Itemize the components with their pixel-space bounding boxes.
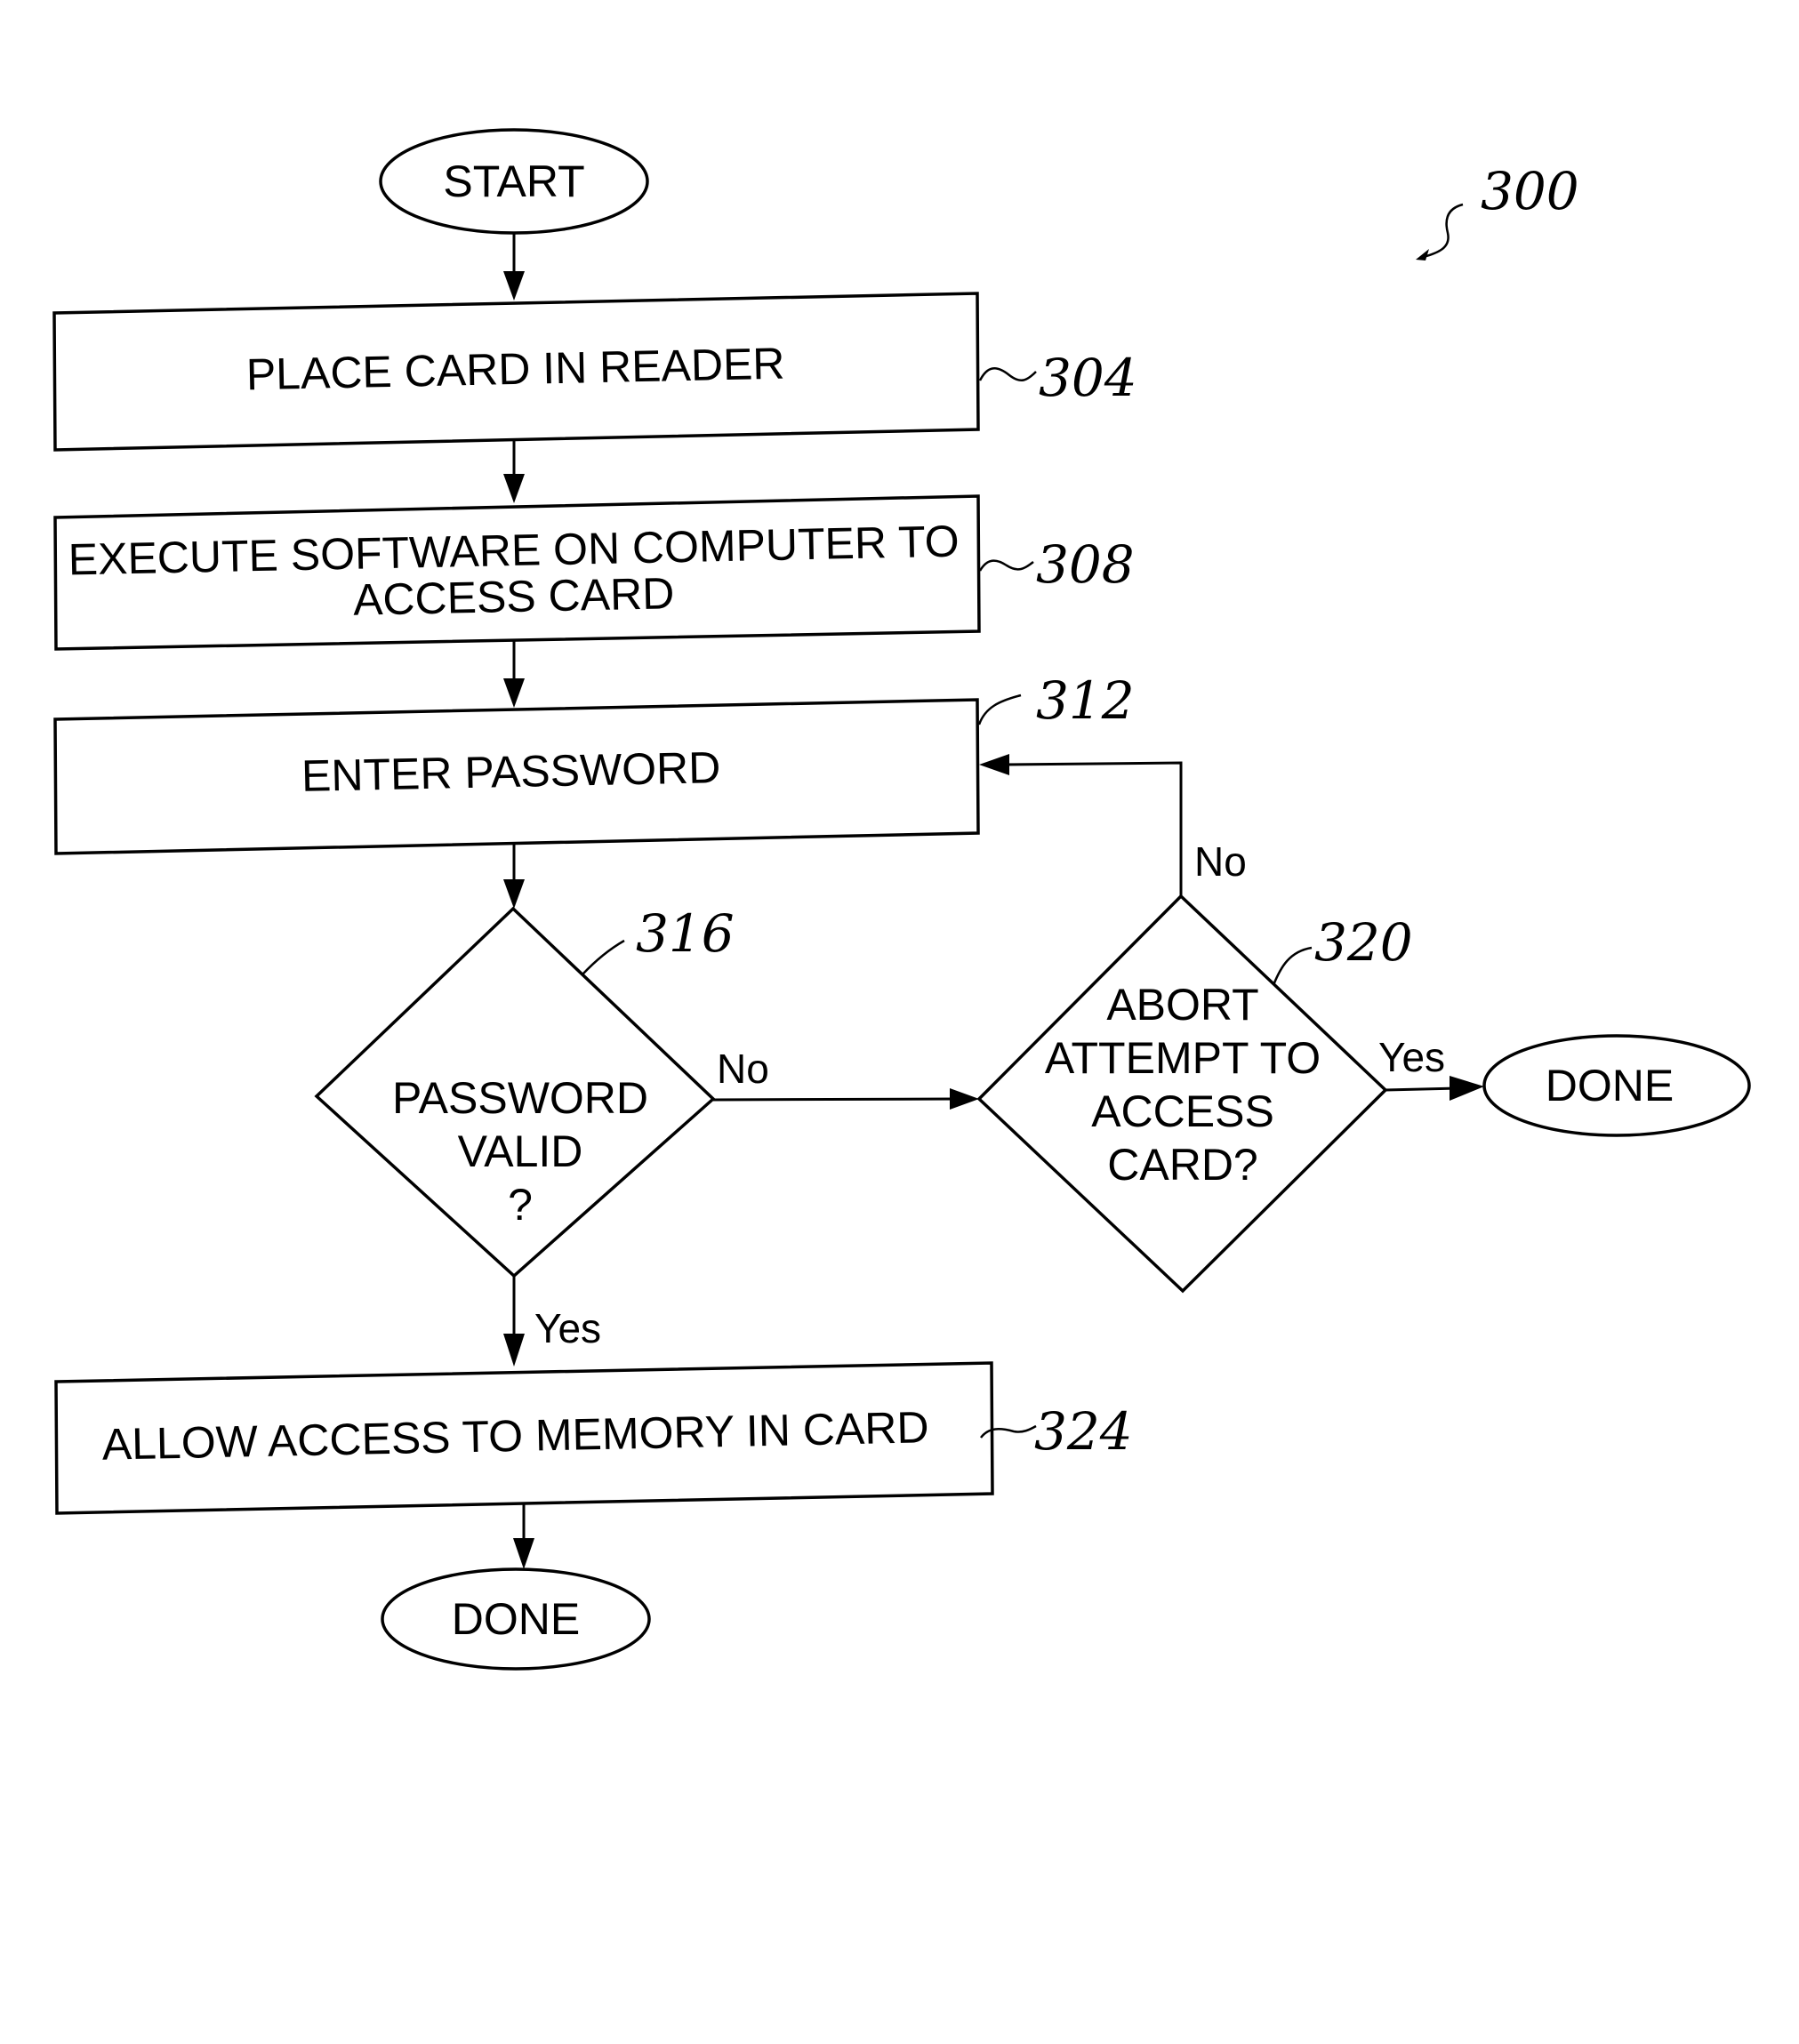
edge-label-no-316: No — [717, 1046, 769, 1092]
figure-number: 300 — [1481, 161, 1579, 221]
figure-reference-arrowhead-icon — [1416, 249, 1429, 261]
ref-316-leader — [582, 939, 625, 975]
edge-320-312-no — [1002, 761, 1183, 896]
flowchart: 300 START PLACE CARD IN READER 304 EXECU… — [52, 128, 1751, 1671]
edge-label-yes-320: Yes — [1378, 1034, 1445, 1080]
decision-320-label-line1: ABORT — [1106, 980, 1258, 1030]
figure-reference: 300 — [1416, 161, 1579, 261]
edge-316-320-no — [712, 1097, 957, 1102]
ref-324: 324 — [1034, 1401, 1133, 1462]
process-312-label: ENTER PASSWORD — [301, 742, 720, 801]
ref-308-leader — [978, 559, 1034, 572]
arrowhead-icon — [513, 1538, 534, 1569]
arrowhead-icon — [950, 1088, 979, 1110]
process-308-label-line2: ACCESS CARD — [353, 568, 675, 625]
done-bottom-label: DONE — [452, 1594, 580, 1644]
decision-316-label-line2: VALID — [458, 1126, 583, 1176]
decision-320-label-line4: CARD? — [1107, 1140, 1257, 1190]
edge-label-yes-316: Yes — [534, 1305, 601, 1351]
done-right-label: DONE — [1546, 1061, 1674, 1110]
arrowhead-icon — [1450, 1076, 1484, 1101]
arrowhead-icon — [503, 1334, 525, 1367]
arrowhead-icon — [979, 754, 1009, 775]
decision-320-label-line2: ATTEMPT TO — [1045, 1033, 1321, 1083]
ref-312-leader — [977, 693, 1022, 725]
ref-320-leader — [1272, 946, 1313, 986]
ref-304-leader — [978, 367, 1037, 382]
edge-320-done-yes — [1385, 1086, 1459, 1092]
start-label: START — [443, 156, 584, 206]
figure-reference-arrow-icon — [1419, 203, 1464, 260]
ref-304: 304 — [1039, 348, 1137, 408]
ref-308: 308 — [1036, 534, 1135, 595]
arrowhead-icon — [503, 678, 525, 708]
edge-label-no-320: No — [1194, 838, 1247, 885]
ref-320: 320 — [1314, 912, 1413, 973]
ref-312: 312 — [1036, 670, 1135, 731]
ref-316: 316 — [636, 903, 735, 964]
decision-316-label-line3: ? — [508, 1180, 533, 1230]
arrowhead-icon — [503, 474, 525, 503]
arrowhead-icon — [503, 879, 525, 909]
decision-316-label-line1: PASSWORD — [392, 1073, 648, 1123]
arrowhead-icon — [503, 271, 525, 301]
decision-320-label-line3: ACCESS — [1091, 1086, 1274, 1136]
